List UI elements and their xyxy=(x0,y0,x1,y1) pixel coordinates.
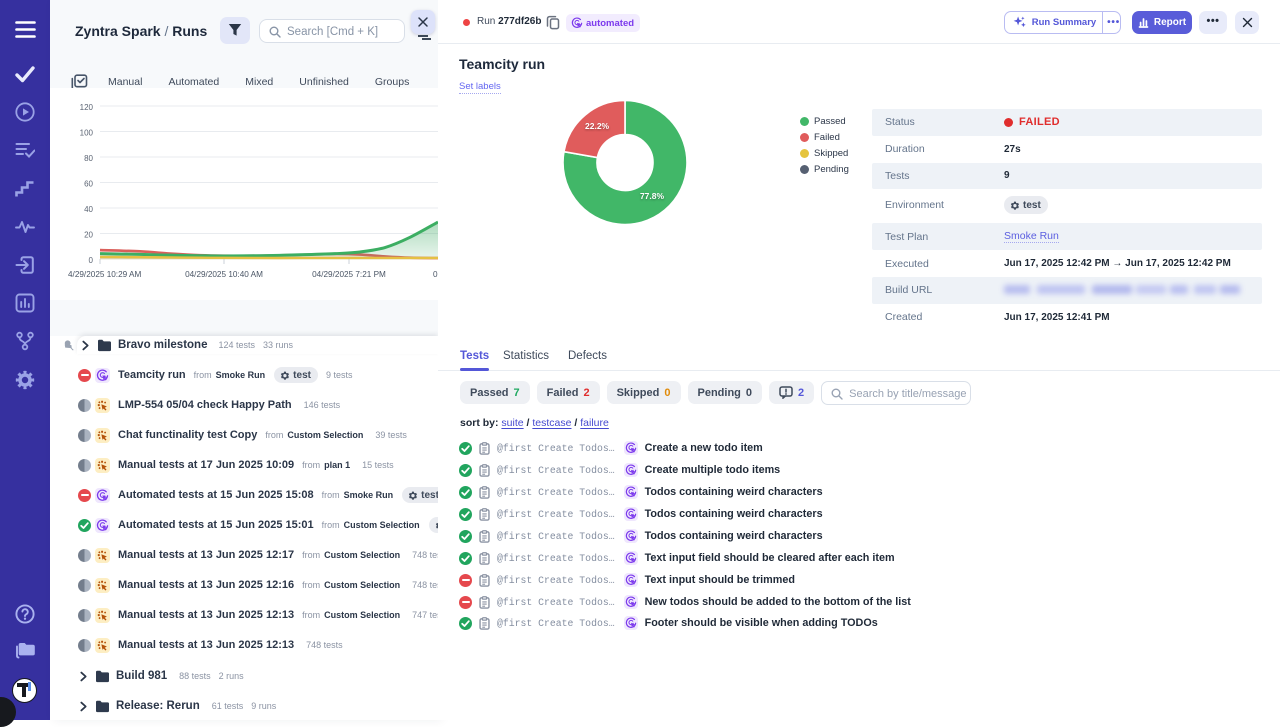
svg-text:60: 60 xyxy=(84,180,93,189)
svg-text:4/29/2025 10:29 AM: 4/29/2025 10:29 AM xyxy=(68,270,141,279)
svg-text:100: 100 xyxy=(80,129,94,138)
svg-text:77.8%: 77.8% xyxy=(640,191,665,201)
svg-text:120: 120 xyxy=(80,103,94,112)
svg-text:80: 80 xyxy=(84,154,93,163)
svg-text:40: 40 xyxy=(84,205,93,214)
svg-text:0: 0 xyxy=(89,256,94,265)
svg-text:20: 20 xyxy=(84,231,93,240)
svg-text:04/29/2025 10:40 AM: 04/29/2025 10:40 AM xyxy=(185,270,263,279)
svg-text:04/29/2025 7:21 PM: 04/29/2025 7:21 PM xyxy=(312,270,386,279)
svg-text:22.2%: 22.2% xyxy=(585,121,610,131)
